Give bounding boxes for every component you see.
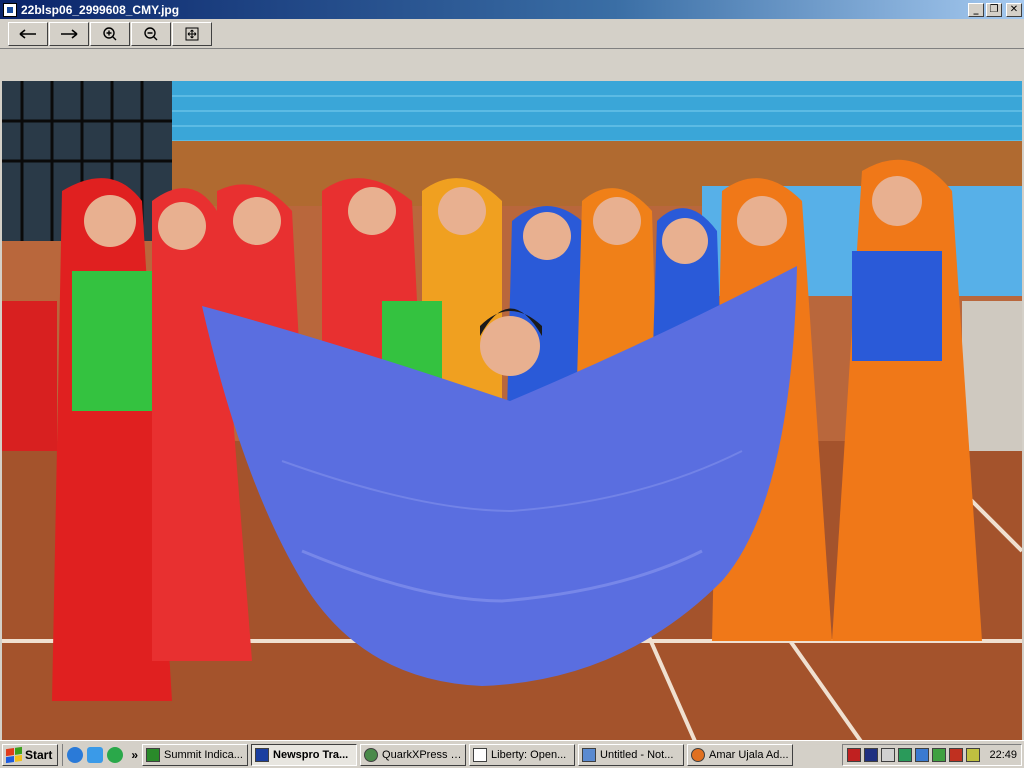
windows-logo-icon xyxy=(6,746,22,763)
fit-to-window-icon xyxy=(185,27,199,40)
task-summit-indica[interactable]: Summit Indica... xyxy=(142,743,249,766)
security-icon[interactable] xyxy=(881,747,896,762)
taskbar: Start » Summit Indica... Newspro Tra... … xyxy=(0,740,1024,768)
task-liberty[interactable]: Liberty: Open... xyxy=(469,743,576,766)
system-tray: 22:49 xyxy=(842,743,1022,766)
next-arrow-icon xyxy=(61,28,78,39)
fit-to-window-button[interactable] xyxy=(172,21,212,46)
zoom-in-button[interactable] xyxy=(90,21,130,46)
image-viewer-area xyxy=(0,50,1024,757)
volume-icon[interactable] xyxy=(966,747,981,762)
displayed-photo xyxy=(2,81,1022,757)
liberty-window-icon xyxy=(473,747,488,762)
close-icon: ✕ xyxy=(1009,3,1019,15)
shield-icon[interactable] xyxy=(847,747,862,762)
zoom-out-button[interactable] xyxy=(131,21,171,46)
network-icon[interactable] xyxy=(864,747,879,762)
next-image-button[interactable] xyxy=(49,21,89,46)
task-quarkxpress[interactable]: QuarkXPress (... xyxy=(360,743,467,766)
previous-image-button[interactable] xyxy=(8,21,48,46)
close-button[interactable]: ✕ xyxy=(1006,2,1022,17)
minimize-icon: _ xyxy=(973,3,979,15)
keyboard-icon[interactable] xyxy=(949,747,964,762)
start-label: Start xyxy=(25,747,53,762)
antivirus-icon[interactable] xyxy=(932,747,947,762)
media-player-icon[interactable] xyxy=(107,746,124,763)
viewer-toolbar xyxy=(0,19,1024,49)
start-button[interactable]: Start xyxy=(2,743,59,766)
task-notepad[interactable]: Untitled - Not... xyxy=(578,743,685,766)
minimize-button[interactable]: _ xyxy=(968,2,984,17)
restore-button[interactable]: ❐ xyxy=(986,2,1002,17)
display-icon[interactable] xyxy=(915,747,930,762)
newspro-app-icon xyxy=(255,747,270,762)
taskbar-clock: 22:49 xyxy=(989,748,1017,761)
restore-icon: ❐ xyxy=(989,3,999,15)
zoom-in-icon xyxy=(103,26,117,40)
quarkxpress-app-icon xyxy=(364,747,379,762)
image-viewer-icon xyxy=(3,2,17,17)
browser-icon[interactable] xyxy=(87,746,104,763)
task-newspro[interactable]: Newspro Tra... xyxy=(251,743,358,766)
task-amar-ujala[interactable]: Amar Ujala Ad... xyxy=(687,743,794,766)
firefox-icon xyxy=(691,747,706,762)
update-icon[interactable] xyxy=(898,747,913,762)
previous-arrow-icon xyxy=(19,28,36,39)
summit-app-icon xyxy=(146,747,161,762)
quick-launch-chevron[interactable]: » xyxy=(127,748,142,762)
title-bar: 22blsp06_2999608_CMY.jpg _ ❐ ✕ xyxy=(0,0,1024,19)
quick-launch xyxy=(62,743,127,766)
notepad-icon xyxy=(582,747,597,762)
zoom-out-icon xyxy=(144,26,158,40)
internet-explorer-icon[interactable] xyxy=(67,746,84,763)
window-title: 22blsp06_2999608_CMY.jpg xyxy=(21,2,180,17)
